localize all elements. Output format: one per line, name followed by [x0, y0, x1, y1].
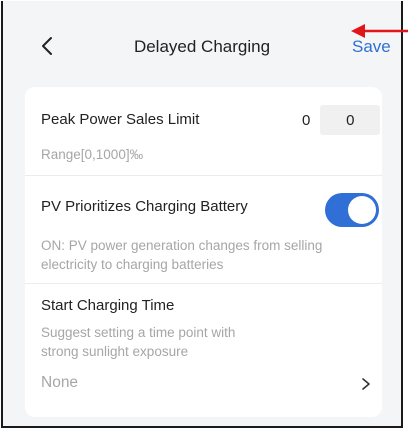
pv-priority-hint-line2: electricity to charging batteries: [41, 257, 224, 272]
peak-power-range-hint: Range[0,1000]‰: [41, 147, 144, 162]
peak-power-input[interactable]: 0: [320, 105, 381, 135]
settings-card: Peak Power Sales Limit 0 0 Range[0,1000]…: [25, 87, 382, 417]
pv-priority-toggle[interactable]: [325, 193, 379, 227]
divider: [25, 283, 382, 284]
save-button[interactable]: Save: [352, 37, 391, 57]
chevron-right-icon: [362, 378, 370, 390]
start-time-label: Start Charging Time: [41, 297, 175, 314]
divider: [25, 175, 382, 176]
peak-power-label: Peak Power Sales Limit: [41, 111, 200, 128]
peak-power-current-value: 0: [302, 111, 311, 129]
start-time-hint-line2: strong sunlight exposure: [41, 344, 189, 359]
header-bar: Delayed Charging Save: [3, 1, 401, 91]
toggle-knob: [348, 196, 376, 224]
pv-priority-hint-line1: ON: PV power generation changes from sel…: [41, 238, 323, 253]
start-time-value: None: [41, 374, 79, 391]
peak-power-input-group: 0 0: [302, 105, 381, 135]
start-time-selector[interactable]: None: [25, 369, 382, 399]
page-title: Delayed Charging: [133, 37, 271, 56]
start-time-hint-line1: Suggest setting a time point with: [41, 325, 236, 340]
app-frame: Delayed Charging Save Peak Power Sales L…: [1, 1, 408, 428]
pv-priority-label: PV Prioritizes Charging Battery: [41, 198, 248, 215]
